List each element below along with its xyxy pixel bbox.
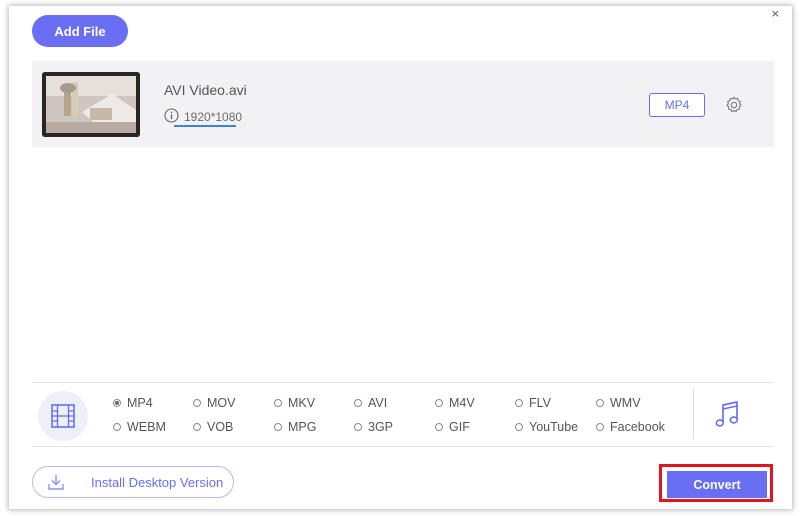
file-row: AVI Video.avi 1920*1080 MP4 (32, 61, 774, 147)
file-name: AVI Video.avi (164, 82, 247, 98)
radio (515, 399, 523, 407)
convert-button[interactable]: Convert (667, 471, 767, 498)
radio (113, 423, 121, 431)
radio (274, 423, 282, 431)
format-option-mov[interactable]: MOV (193, 396, 235, 410)
format-option-mkv[interactable]: MKV (274, 396, 315, 410)
format-option-gif[interactable]: GIF (435, 420, 470, 434)
format-label: AVI (368, 396, 388, 410)
radio (596, 423, 604, 431)
radio (193, 399, 201, 407)
format-option-wmv[interactable]: WMV (596, 396, 641, 410)
format-label: GIF (449, 420, 470, 434)
music-note-icon[interactable] (713, 400, 741, 430)
resolution-underline (174, 125, 236, 127)
format-label: YouTube (529, 420, 579, 434)
converter-window: × Add File AVI Video.avi 1920*1080 MP4 M… (9, 6, 792, 509)
format-option-avi[interactable]: AVI (354, 396, 387, 410)
radio (354, 423, 362, 431)
output-format-button[interactable]: MP4 (649, 93, 705, 117)
radio (193, 423, 201, 431)
video-tab[interactable] (38, 391, 88, 441)
radio (274, 399, 282, 407)
format-label: MKV (288, 396, 316, 410)
download-icon (48, 475, 64, 490)
resolution-text: 1920*1080 (184, 110, 243, 124)
format-label: MOV (207, 396, 236, 410)
video-thumbnail (42, 72, 140, 137)
format-label: VOB (207, 420, 234, 434)
radio (435, 423, 443, 431)
format-option-flv[interactable]: FLV (515, 396, 551, 410)
panel-divider (693, 389, 694, 439)
format-label: MP4 (127, 396, 153, 410)
thumbnail-image (42, 72, 140, 137)
radio (596, 399, 604, 407)
format-label: MPG (288, 420, 317, 434)
film-icon (51, 404, 75, 428)
format-option-webm[interactable]: WEBM (113, 420, 166, 434)
format-label: WEBM (127, 420, 166, 434)
install-label: Install Desktop Version (91, 474, 224, 490)
format-label: WMV (610, 396, 641, 410)
format-option-3gp[interactable]: 3GP (354, 420, 393, 434)
gear-icon[interactable] (724, 95, 744, 115)
format-label: M4V (449, 396, 475, 410)
radio-selected (113, 399, 121, 407)
format-label: 3GP (368, 420, 394, 434)
format-option-mpg[interactable]: MPG (274, 420, 316, 434)
radio (354, 399, 362, 407)
format-option-m4v[interactable]: M4V (435, 396, 475, 410)
format-option-mp4[interactable]: MP4 (113, 396, 153, 410)
radio (435, 399, 443, 407)
format-option-youtube[interactable]: YouTube (515, 420, 578, 434)
format-panel: MP4 MOV MKV AVI M4V FLV WMV WEBM VOB MPG… (32, 382, 774, 447)
radio (515, 423, 523, 431)
format-option-facebook[interactable]: Facebook (596, 420, 665, 434)
install-desktop-button[interactable]: Install Desktop Version (32, 466, 234, 498)
format-label: FLV (529, 396, 551, 410)
info-icon[interactable] (164, 108, 179, 123)
format-label: Facebook (610, 420, 665, 434)
add-file-button[interactable]: Add File (32, 15, 128, 47)
close-icon[interactable]: × (771, 8, 780, 19)
format-option-vob[interactable]: VOB (193, 420, 233, 434)
